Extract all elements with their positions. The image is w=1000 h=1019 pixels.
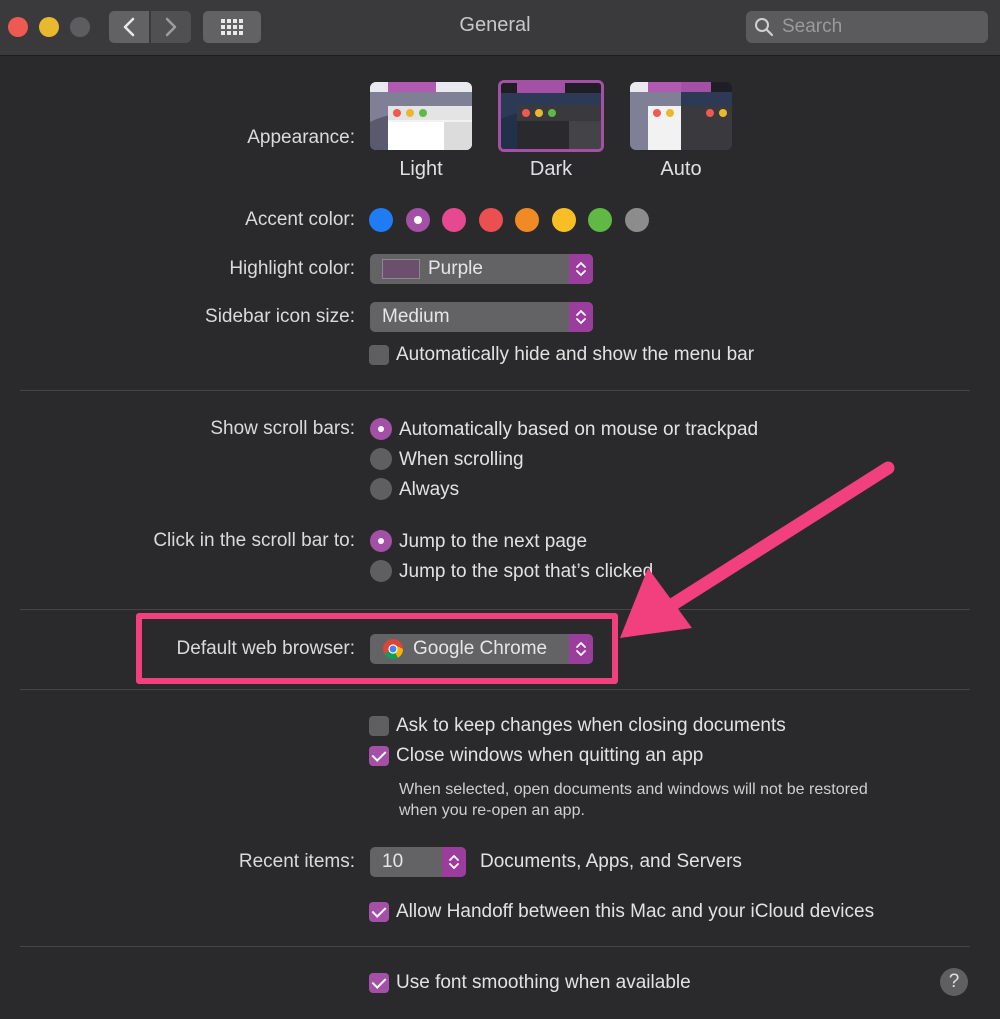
scroll-bars-option-automatic[interactable]: Automatically based on mouse or trackpad [399,419,758,441]
highlight-swatch [382,259,420,279]
highlight-color-label: Highlight color: [229,258,355,279]
search-placeholder: Search [782,16,843,37]
dark-mode-preview-icon [501,83,601,149]
recent-items-stepper [442,847,466,877]
ask-keep-changes-label[interactable]: Ask to keep changes when closing documen… [396,715,786,737]
accent-swatch[interactable] [478,208,503,232]
accent-swatch[interactable] [551,208,576,232]
search-icon [755,18,774,37]
scroll-bars-label: Show scroll bars: [210,418,355,439]
recent-items-popup[interactable]: 10 [370,847,466,877]
recent-items-label: Recent items: [238,851,355,872]
appearance-dark-thumbnail[interactable] [498,80,604,152]
accent-swatch[interactable] [515,208,539,232]
click-scroll-radio-next-page[interactable] [370,530,392,552]
click-scroll-bar-label: Click in the scroll bar to: [153,530,355,551]
annotation-highlight-box [136,613,618,684]
click-scroll-radio-spot[interactable] [370,560,392,582]
sidebar-icon-size-label: Sidebar icon size: [205,306,355,327]
highlight-stepper [569,254,593,284]
accent-color-label: Accent color: [245,209,355,230]
highlight-color-value: Purple [428,258,483,279]
accent-swatch[interactable] [405,208,430,232]
section-divider [20,689,970,690]
section-divider [20,946,970,947]
appearance-auto-label[interactable]: Auto [626,158,736,181]
accent-selected-dot [413,216,422,224]
appearance-light-label[interactable]: Light [366,158,476,181]
section-divider [20,390,970,391]
menubar-checkbox-label[interactable]: Automatically hide and show the menu bar [396,344,754,366]
recent-items-suffix: Documents, Apps, and Servers [480,851,742,872]
appearance-light-thumbnail[interactable] [370,82,472,150]
auto-mode-preview-icon [630,82,732,150]
up-down-chevron-icon [576,310,586,324]
light-mode-preview-icon [370,82,472,150]
scroll-bars-option-scrolling[interactable]: When scrolling [399,449,524,471]
sidebar-icon-size-popup[interactable]: Medium [370,302,593,332]
close-windows-hint-line1: When selected, open documents and window… [399,781,868,798]
sidebar-icon-size-value: Medium [382,306,450,327]
ask-keep-changes-checkbox[interactable] [369,716,389,736]
accent-swatch[interactable] [442,208,466,232]
title-bar: General Search [0,0,1000,56]
accent-swatch[interactable] [624,208,649,232]
handoff-label[interactable]: Allow Handoff between this Mac and your … [396,901,874,923]
menubar-checkbox[interactable] [369,345,389,365]
click-scroll-option-spot[interactable]: Jump to the spot that’s clicked [399,561,653,583]
up-down-chevron-icon [449,855,459,869]
help-button[interactable]: ? [940,968,968,996]
highlight-color-popup[interactable]: Purple [370,254,593,284]
scroll-bars-option-always[interactable]: Always [399,479,459,501]
close-windows-hint-line2: when you re-open an app. [399,802,585,819]
appearance-label: Appearance: [247,127,355,148]
sidebar-icon-size-stepper [569,302,593,332]
appearance-dark-label[interactable]: Dark [496,158,606,181]
handoff-checkbox[interactable] [369,902,389,922]
close-windows-checkbox[interactable] [369,746,389,766]
section-divider [20,609,970,610]
recent-items-value: 10 [382,851,404,872]
accent-swatch[interactable] [369,208,393,232]
scroll-bars-radio-automatic[interactable] [370,418,392,440]
scroll-bars-radio-always[interactable] [370,478,392,500]
search-field[interactable]: Search [746,11,988,43]
font-smoothing-label[interactable]: Use font smoothing when available [396,972,691,994]
appearance-auto-thumbnail[interactable] [630,82,732,150]
font-smoothing-checkbox[interactable] [369,973,389,993]
up-down-chevron-icon [576,262,586,276]
close-windows-label[interactable]: Close windows when quitting an app [396,745,703,767]
scroll-bars-radio-scrolling[interactable] [370,448,392,470]
click-scroll-option-next-page[interactable]: Jump to the next page [399,531,587,553]
accent-swatch[interactable] [588,208,612,232]
